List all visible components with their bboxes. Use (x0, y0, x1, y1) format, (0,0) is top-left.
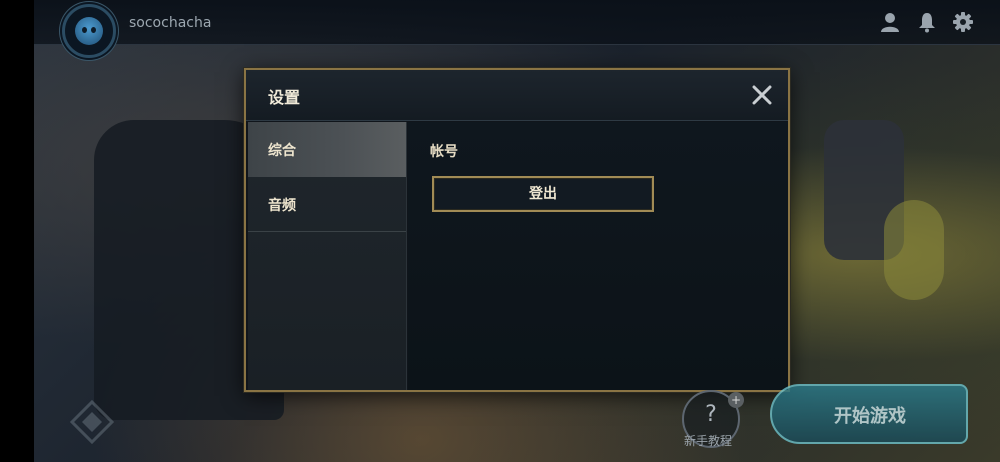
tab-audio-label: 音频 (268, 198, 296, 214)
dialog-header: 设置 (246, 70, 788, 121)
username: socochacha (129, 15, 212, 31)
settings-content: 帐号 登出 (408, 122, 788, 390)
tutorial-label: 新手教程 (684, 434, 733, 448)
tab-general[interactable]: 综合 (248, 122, 406, 177)
avatar-eye-right (91, 27, 96, 33)
avatar-eye-left (82, 27, 87, 33)
close-icon[interactable] (749, 82, 775, 108)
gear-icon[interactable] (952, 11, 974, 33)
background-character-accent (884, 200, 944, 300)
avatar[interactable] (62, 4, 116, 58)
plus-icon: + (728, 392, 744, 408)
tab-general-label: 综合 (268, 143, 296, 159)
profile-icon[interactable] (879, 11, 901, 33)
logout-button[interactable]: 登出 (432, 176, 654, 212)
emblem-icon (69, 399, 115, 445)
dialog-title: 设置 (268, 88, 301, 107)
tab-audio[interactable]: 音频 (248, 177, 406, 232)
start-game-label: 开始游戏 (834, 406, 906, 427)
settings-dialog: 设置 综合 音频 帐号 登出 (244, 68, 790, 392)
bell-icon[interactable] (916, 11, 938, 33)
account-section-label: 帐号 (430, 144, 458, 160)
settings-sidebar: 综合 音频 (248, 122, 407, 390)
avatar-face (75, 17, 103, 45)
start-game-button[interactable]: 开始游戏 (770, 384, 968, 444)
left-black-bar (0, 0, 34, 462)
